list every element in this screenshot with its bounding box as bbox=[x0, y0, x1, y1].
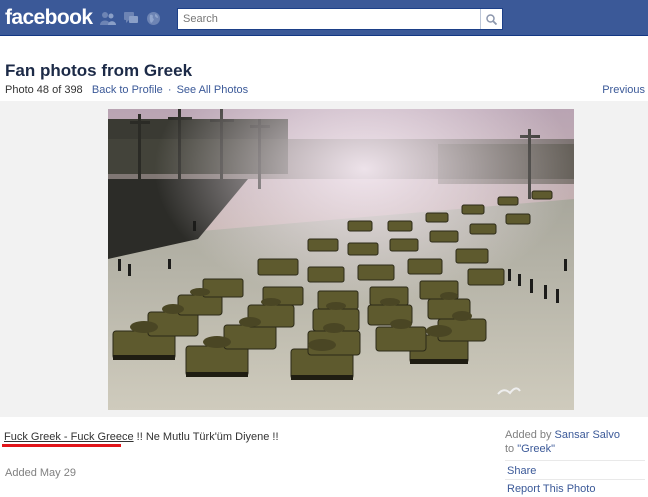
photo-count: Photo 48 of 398 bbox=[5, 84, 83, 96]
uploader-link[interactable]: Sansar Salvo bbox=[555, 429, 620, 441]
page-title: Fan photos from Greek bbox=[5, 61, 193, 80]
search-button[interactable] bbox=[480, 9, 502, 29]
previous-photo-link[interactable]: Previous bbox=[602, 84, 645, 96]
top-bar: facebook bbox=[0, 0, 648, 36]
divider bbox=[505, 479, 645, 480]
search-box[interactable] bbox=[177, 8, 503, 30]
caption-rest-text: !! Ne Mutlu Türk'üm Diyene !! bbox=[133, 431, 279, 443]
notifications-globe-icon[interactable] bbox=[146, 11, 161, 26]
photo-details: Added by Sansar Salvo to "Greek" bbox=[505, 428, 645, 456]
photo-stage bbox=[0, 101, 648, 417]
red-underline-annotation bbox=[2, 444, 121, 447]
added-by-label: Added by bbox=[505, 429, 555, 441]
facebook-logo[interactable]: facebook bbox=[5, 6, 93, 30]
report-photo-link[interactable]: Report This Photo bbox=[507, 483, 595, 495]
back-to-profile-link[interactable]: Back to Profile bbox=[92, 84, 163, 96]
messages-icon[interactable] bbox=[123, 11, 138, 26]
divider bbox=[505, 460, 645, 461]
album-link[interactable]: "Greek" bbox=[517, 443, 555, 455]
search-input[interactable] bbox=[178, 9, 478, 29]
caption-underlined-text: Fuck Greek - Fuck Greece bbox=[4, 431, 134, 443]
photo-navigation: Photo 48 of 398 Back to Profile · See Al… bbox=[5, 84, 248, 96]
search-icon bbox=[486, 13, 497, 25]
military-parade-tanks-photo[interactable] bbox=[108, 109, 574, 410]
to-label: to bbox=[505, 443, 518, 455]
friend-requests-icon[interactable] bbox=[100, 11, 116, 26]
separator-dot: · bbox=[167, 84, 172, 96]
share-link[interactable]: Share bbox=[507, 465, 536, 477]
see-all-photos-link[interactable]: See All Photos bbox=[177, 84, 249, 96]
added-date: Added May 29 bbox=[5, 467, 76, 479]
photo-caption: Fuck Greek - Fuck Greece !! Ne Mutlu Tür… bbox=[4, 431, 279, 443]
